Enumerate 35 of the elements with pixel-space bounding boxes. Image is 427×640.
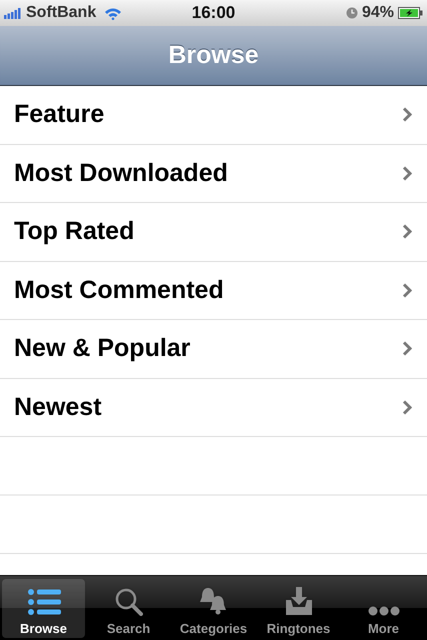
tab-item[interactable]: Browse: [2, 579, 85, 638]
more-icon: [368, 606, 400, 616]
carrier-name: SoftBank: [26, 4, 96, 22]
clock-time: 16:00: [192, 3, 236, 23]
menu-label: Top Rated: [14, 217, 134, 246]
chevron-icon: [402, 341, 412, 356]
wifi-icon: [104, 6, 122, 20]
menu-label: Most Commented: [14, 276, 224, 305]
tab-item[interactable]: Search: [87, 579, 170, 638]
menu-label: Most Downloaded: [14, 158, 228, 188]
battery-percent: 94%: [362, 4, 394, 22]
bells-icon: [198, 586, 228, 616]
chevron-icon: [402, 107, 412, 122]
menu-label: Newest: [14, 392, 102, 422]
tab-item[interactable]: Categories: [172, 579, 255, 638]
menu-item[interactable]: Top Rated: [0, 203, 427, 262]
menu-item[interactable]: New & Popular: [0, 320, 427, 378]
chevron-icon: [402, 400, 412, 415]
list-icon: [26, 588, 60, 616]
tab-item[interactable]: Ringtones: [257, 579, 340, 638]
download-tray-icon: [284, 586, 314, 616]
battery-icon: [398, 7, 423, 19]
chevron-icon: [402, 166, 412, 181]
menu-label: New & Popular: [14, 334, 190, 364]
menu-label: Feature: [14, 100, 104, 130]
menu-item[interactable]: Most Downloaded: [0, 144, 427, 203]
chevron-icon: [402, 282, 412, 298]
tab-item[interactable]: More: [342, 579, 425, 638]
menu-item[interactable]: Feature: [0, 86, 427, 144]
signal-icon: [4, 8, 22, 18]
chevron-icon: [402, 224, 412, 240]
menu-item[interactable]: Most Commented: [0, 262, 427, 320]
search-icon: [114, 588, 142, 616]
clock-icon: [346, 7, 358, 19]
nav-title: Browse: [168, 41, 259, 70]
